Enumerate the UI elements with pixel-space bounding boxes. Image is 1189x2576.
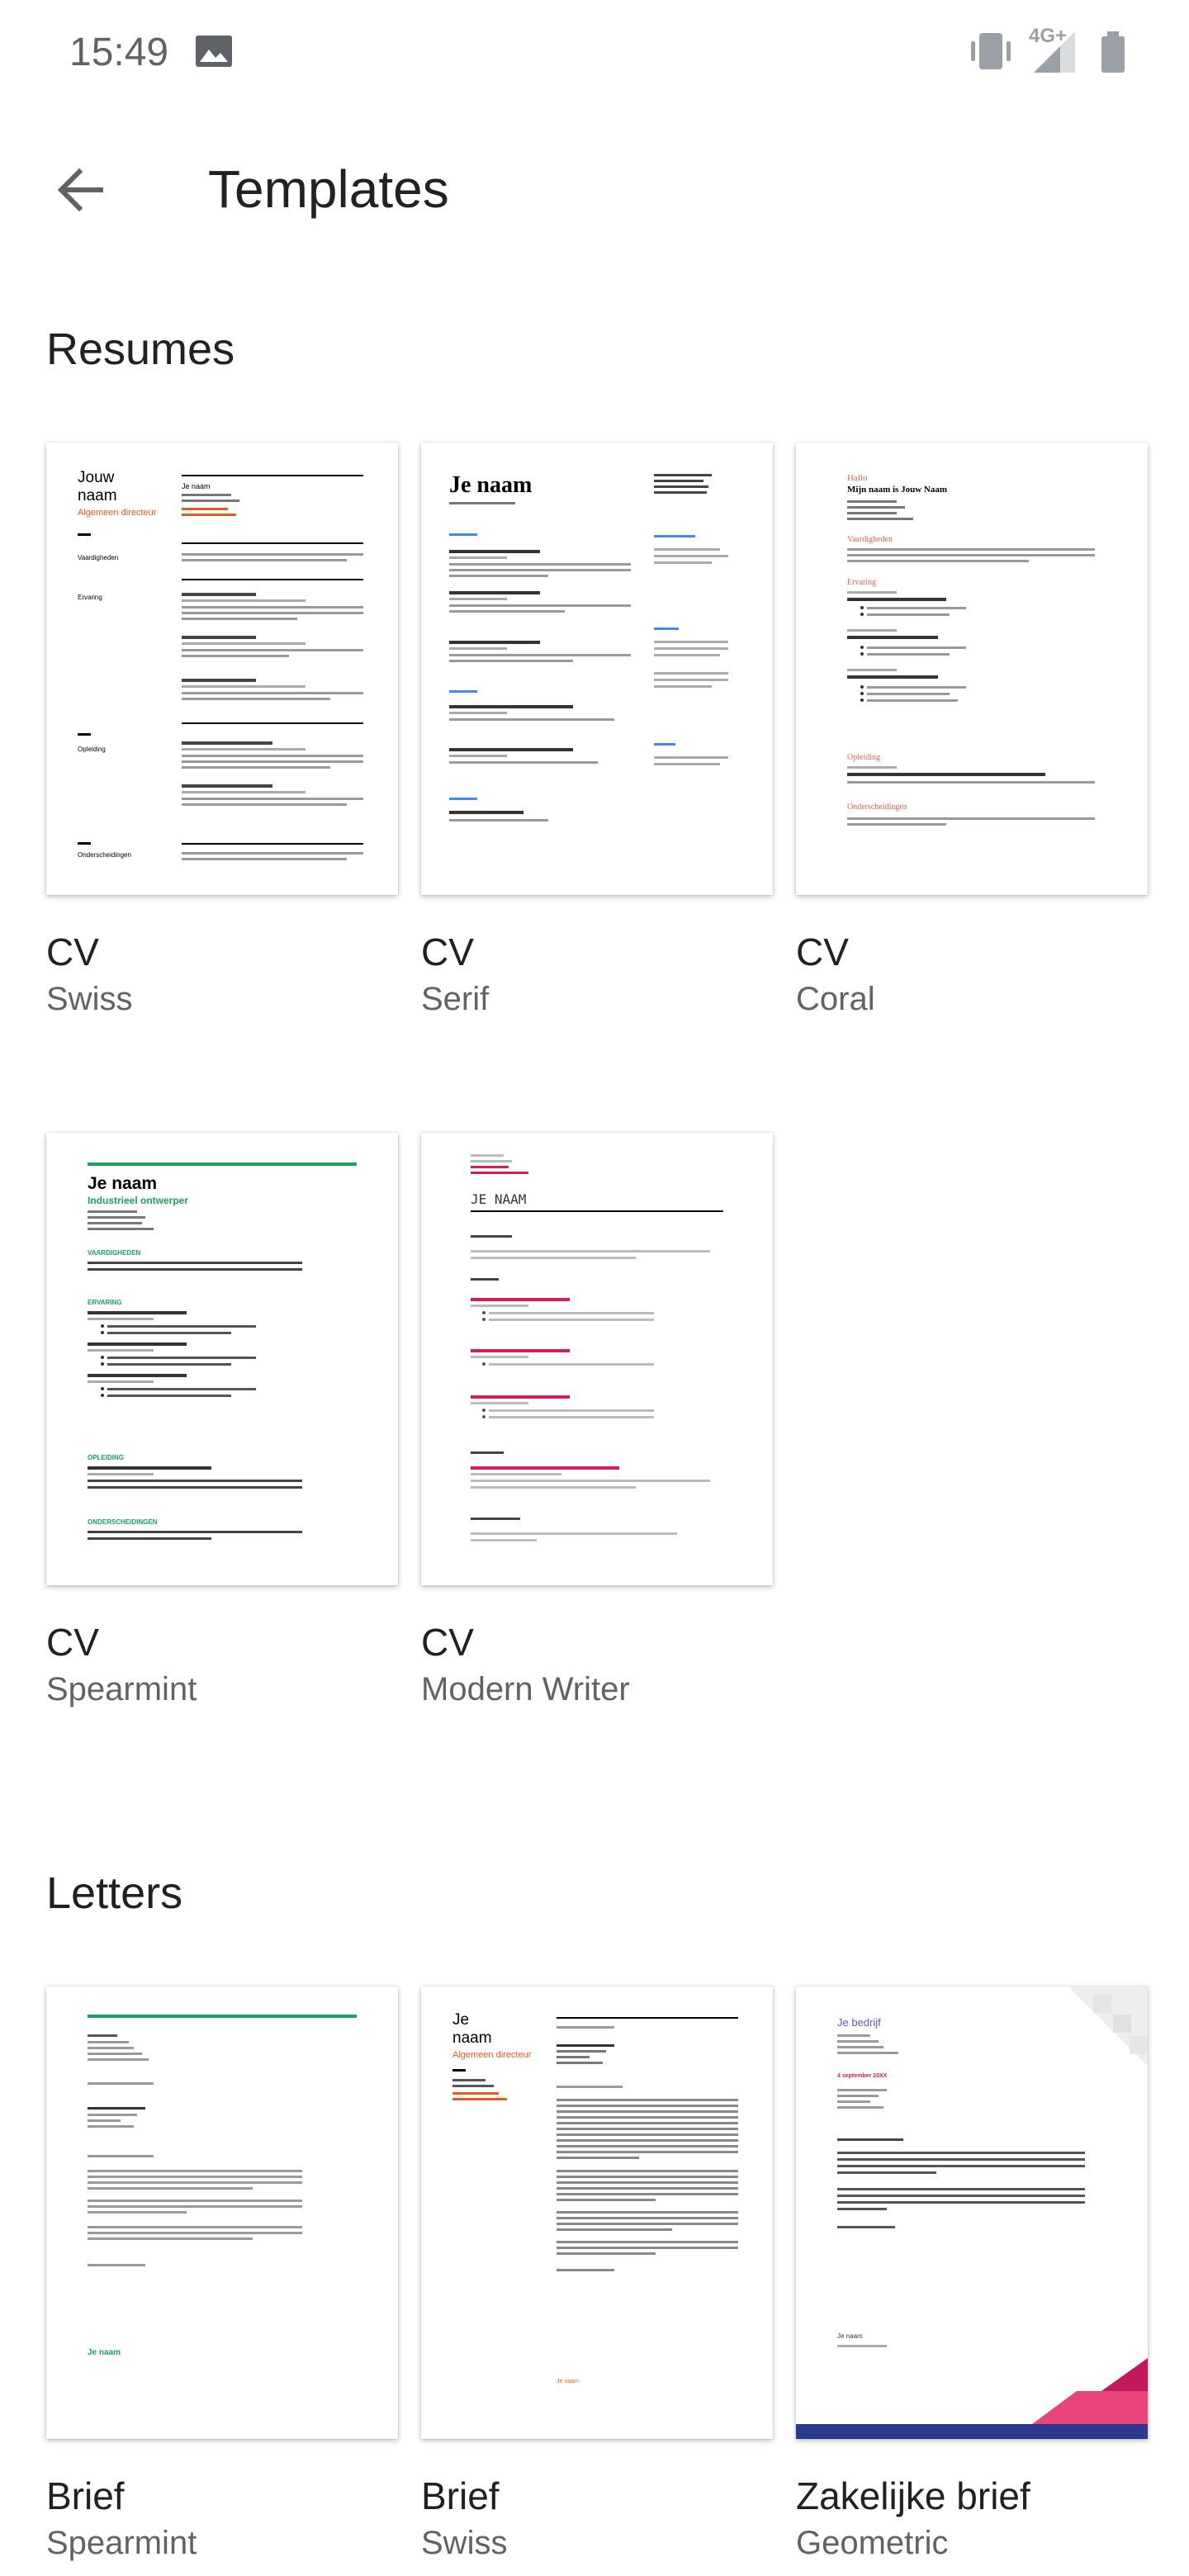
preview-heading: Onderscheidingen (847, 803, 907, 812)
section-title-letters: Letters (46, 1868, 183, 1918)
preview-heading: ONDERSCHEIDINGEN (88, 1518, 158, 1526)
preview-name-line1: Je (452, 2011, 469, 2029)
preview-heading: ERVARING (88, 1299, 122, 1306)
preview-name-line1: Jouw (78, 469, 115, 486)
template-card-cv-swiss[interactable]: Jouw naam Algemeen directeur Je naam Vaa… (46, 443, 398, 1020)
template-thumbnail: Je naam (46, 1986, 398, 2439)
template-thumbnail: Hallo Mijn naam is Jouw Naam Vaardighede… (796, 443, 1148, 895)
template-style: Swiss (46, 981, 133, 1017)
template-card-cv-serif[interactable]: Je naam CV Serif (421, 443, 773, 1020)
preview-name-line2: naam (452, 2029, 492, 2047)
network-type: 4G+ (1029, 25, 1068, 47)
template-thumbnail: Je bedrijf 4 september 20XX Je naam (796, 1986, 1148, 2439)
preview-heading: Opleiding (847, 753, 880, 762)
app-bar: Templates (0, 140, 1189, 239)
template-name: CV (421, 1621, 474, 1664)
template-style: Coral (796, 981, 875, 1017)
preview-name: Mijn naam is Jouw Naam (847, 485, 947, 495)
preview-contact-name: Je naam (182, 482, 211, 490)
template-style: Modern Writer (421, 1671, 630, 1707)
vibrate-icon (971, 33, 1011, 69)
template-thumbnail: Jouw naam Algemeen directeur Je naam Vaa… (46, 443, 398, 895)
preview-greeting: Hallo (847, 473, 868, 483)
status-time: 15:49 (69, 31, 169, 74)
preview-heading: Ervaring (847, 578, 876, 587)
preview-name-line2: naam (78, 487, 117, 504)
template-style: Serif (421, 981, 490, 1017)
battery-icon (1101, 31, 1125, 73)
template-card-cv-modern-writer[interactable]: JE NAAM CV Modern Writer (421, 1133, 773, 1711)
preview-heading: Onderscheidingen (78, 851, 131, 859)
preview-role: Algemeen directeur (452, 2050, 532, 2060)
preview-company: Je bedrijf (837, 2016, 881, 2029)
preview-role: Industrieel ontwerper (88, 1195, 188, 1206)
template-card-cv-coral[interactable]: Hallo Mijn naam is Jouw Naam Vaardighede… (796, 443, 1148, 1020)
template-thumbnail: Je naam Algemeen directeur Je naam (421, 1986, 773, 2439)
template-name: CV (46, 930, 99, 973)
preview-heading: Vaardigheden (847, 535, 893, 544)
preview-heading: VAARDIGHEDEN (88, 1249, 141, 1257)
template-thumbnail: JE NAAM (421, 1133, 773, 1585)
template-card-zakelijke-brief-geometric[interactable]: Je bedrijf 4 september 20XX Je naam Zake… (796, 1986, 1148, 2576)
template-name: Brief (46, 2474, 125, 2517)
template-name: CV (421, 930, 474, 973)
template-style: Spearmint (46, 1671, 197, 1707)
preview-date: 4 september 20XX (837, 2073, 888, 2079)
template-thumbnail: Je naam (421, 443, 773, 895)
image-notification-icon (196, 36, 232, 67)
preview-heading: Opleiding (78, 746, 106, 753)
status-bar: 15:49 4G+ (0, 0, 1189, 107)
section-title-resumes: Resumes (46, 324, 235, 374)
page-title: Templates (208, 159, 449, 219)
template-thumbnail: Je naam Industrieel ontwerper VAARDIGHED… (46, 1133, 398, 1585)
template-card-brief-spearmint[interactable]: Je naam Brief Spearmint (46, 1986, 398, 2576)
preview-heading: OPLEIDING (88, 1454, 124, 1461)
preview-heading: Ervaring (78, 594, 102, 601)
preview-role: Algemeen directeur (78, 508, 157, 518)
template-card-cv-spearmint[interactable]: Je naam Industrieel ontwerper VAARDIGHED… (46, 1133, 398, 1711)
template-style: Spearmint (46, 2525, 197, 2561)
template-name: CV (46, 1621, 99, 1664)
preview-signature: Je naam (88, 2348, 121, 2357)
template-name: CV (796, 930, 849, 973)
template-style: Geometric (796, 2525, 949, 2561)
preview-name: Je naam (88, 1174, 157, 1193)
template-name: Brief (421, 2474, 500, 2517)
preview-name: Je naam (449, 472, 532, 498)
back-arrow-icon[interactable] (50, 159, 112, 221)
template-style: Swiss (421, 2525, 508, 2561)
preview-heading: Vaardigheden (78, 554, 118, 561)
template-name: Zakelijke brief (796, 2474, 1030, 2517)
template-card-brief-swiss[interactable]: Je naam Algemeen directeur Je naam Brief… (421, 1986, 773, 2576)
preview-signature: Je naam (837, 2332, 863, 2340)
preview-name: JE NAAM (471, 1191, 526, 1207)
preview-signature: Je naam (557, 2379, 579, 2384)
